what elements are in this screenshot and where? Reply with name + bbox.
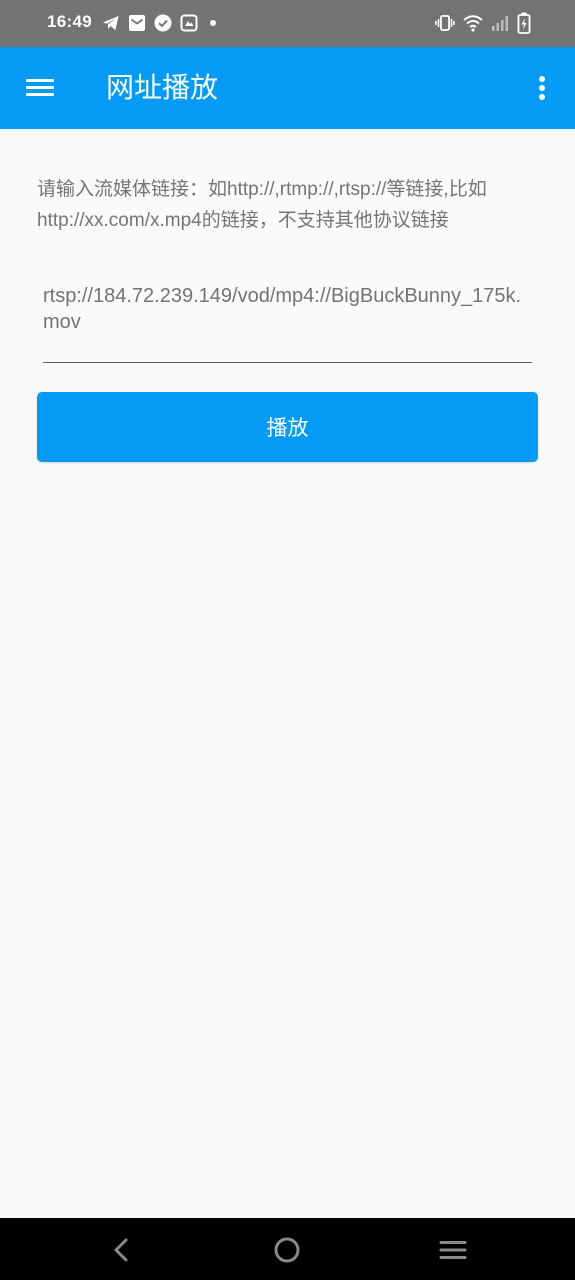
menu-icon[interactable]: [24, 73, 58, 103]
signal-icon: [491, 14, 509, 32]
check-circle-icon: [154, 14, 172, 32]
page-title: 网址播放: [106, 72, 219, 103]
status-bar: 16:49: [0, 0, 575, 47]
status-time: 16:49: [47, 12, 92, 31]
wifi-icon: [463, 14, 483, 32]
mail-icon: [128, 14, 146, 32]
telegram-icon: [102, 15, 120, 31]
gallery-icon: [180, 14, 198, 32]
battery-charging-icon: [517, 12, 531, 34]
url-input[interactable]: rtsp://184.72.239.149/vod/mp4://BigBuckB…: [43, 281, 532, 363]
instruction-text: 请输入流媒体链接：如http://,rtmp://,rtsp://等链接,比如h…: [37, 179, 487, 231]
dot-icon: [206, 14, 220, 32]
back-icon[interactable]: [106, 1235, 136, 1265]
home-icon[interactable]: [272, 1235, 302, 1265]
app-bar: 网址播放: [0, 47, 575, 129]
system-icons: [435, 12, 531, 34]
more-options-icon[interactable]: [532, 73, 552, 103]
recents-icon[interactable]: [438, 1235, 468, 1265]
play-button[interactable]: 播放: [37, 392, 538, 462]
navigation-bar: [0, 1218, 575, 1280]
vibrate-icon: [435, 14, 455, 32]
notification-icons: [102, 13, 220, 33]
